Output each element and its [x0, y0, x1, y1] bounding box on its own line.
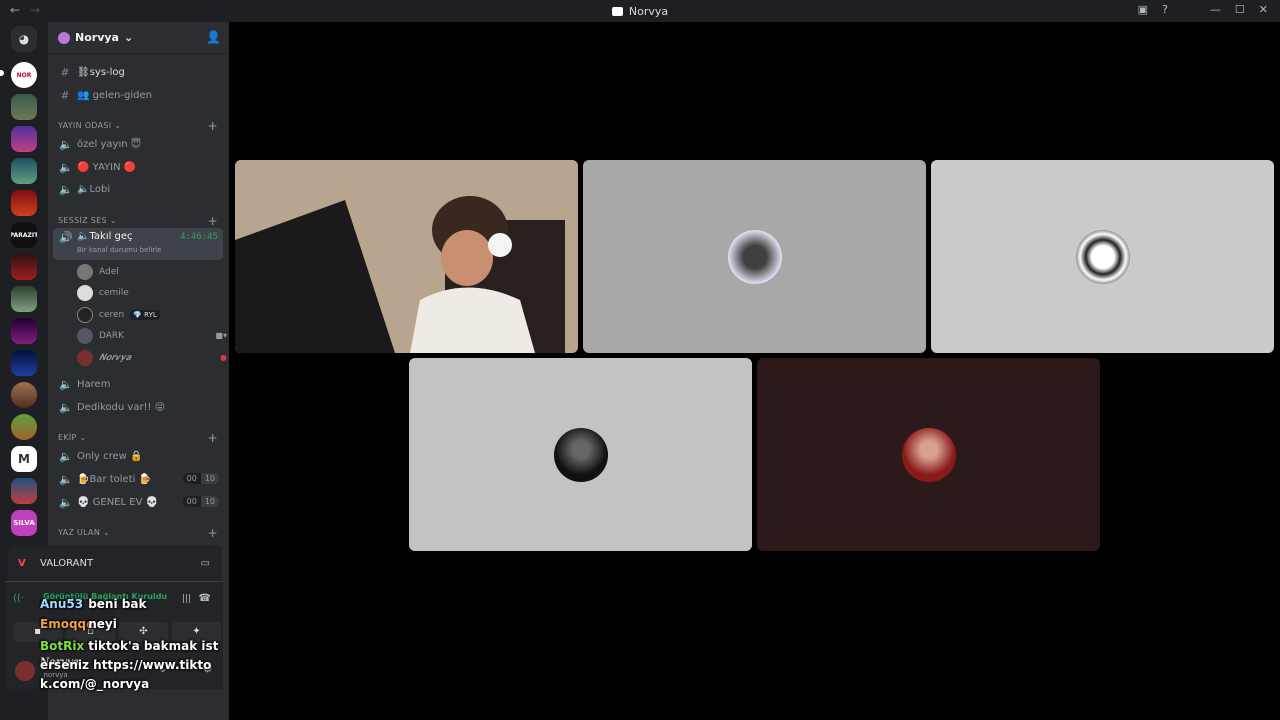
voice-user-ceren[interactable]: ceren 💎 RYL — [77, 305, 160, 324]
server-icon-10[interactable] — [11, 350, 37, 376]
stream-icon: ● — [220, 353, 227, 362]
voice-user-norvya[interactable]: 𝑵𝒐𝒓𝒗𝒚𝒂 ● — [77, 348, 227, 367]
unread-pill — [0, 70, 4, 76]
video-tile-user-5[interactable] — [757, 358, 1100, 551]
channel-dedikodu[interactable]: 🔈 Dedikodu var!! 😜 — [53, 396, 223, 418]
server-parazit-icon[interactable]: PARAZIT — [11, 222, 37, 248]
chat-message: BotRix tiktok'a bakmak isterseniz https:… — [40, 639, 219, 691]
channel-ozel-yayin[interactable]: 🔈 özel yayın 😇 — [53, 133, 223, 155]
speaker-icon: 🔈 — [59, 377, 73, 391]
channel-genel-ev[interactable]: 🔈 💀 GENEL EV 💀 00 10 — [53, 491, 223, 513]
speaker-icon: 🔈 — [59, 400, 73, 414]
channel-bar-toleti[interactable]: 🔈 🍺Bar toleti 🍺 00 10 — [53, 468, 223, 490]
server-header[interactable]: Norvya ⌄ 👤 — [48, 22, 229, 54]
category-yaz-ulan[interactable]: YAZ ULAN ⌄ + — [58, 526, 218, 540]
server-icon-9[interactable] — [11, 318, 37, 344]
speaker-icon: 🔈 — [59, 449, 73, 463]
server-icon-5[interactable] — [11, 190, 37, 216]
channel-yayin[interactable]: 🔈 🔴 YAYIN 🔴 — [53, 156, 223, 178]
inbox-icon[interactable]: ▣ — [1138, 3, 1148, 16]
activity-panel[interactable]: V VALORANT ▭ — [8, 545, 222, 581]
close-button[interactable]: ✕ — [1259, 3, 1268, 16]
add-channel-icon[interactable]: + — [208, 431, 218, 445]
category-sessiz[interactable]: SESSİZ SES ⌄ + — [58, 214, 218, 228]
video-stage — [229, 22, 1280, 720]
speaker-icon: 🔈 — [59, 472, 73, 486]
user-limit-badge: 00 10 — [182, 473, 219, 484]
voice-user-adel[interactable]: Adel — [77, 262, 119, 281]
server-icon-11[interactable] — [11, 382, 37, 408]
avatar — [901, 427, 956, 482]
speaker-icon: 🔈 — [59, 495, 73, 509]
server-icon-3[interactable] — [11, 126, 37, 152]
category-yayin[interactable]: YAYIN ODASI ⌄ + — [58, 119, 218, 133]
server-icon-7[interactable] — [11, 254, 37, 280]
chat-message: Anu53 beni bak — [40, 597, 147, 611]
avatar — [77, 327, 93, 344]
help-icon[interactable]: ? — [1162, 3, 1168, 16]
server-icon-4[interactable] — [11, 158, 37, 184]
channel-lobi[interactable]: 🔈 🔈Lobi — [53, 178, 223, 200]
video-tile-user-2[interactable] — [583, 160, 926, 353]
channel-only-crew[interactable]: 🔈 Only crew 🔒 — [53, 445, 223, 467]
add-channel-icon[interactable]: + — [208, 526, 218, 540]
speaker-icon: 🔈 — [59, 182, 73, 196]
category-ekip[interactable]: EKİP ⌄ + — [58, 431, 218, 445]
voice-user-dark[interactable]: DARK ■▾ — [77, 326, 227, 345]
avatar — [1075, 229, 1130, 284]
invite-icon[interactable]: 👤 — [206, 30, 221, 44]
user-limit-badge: 00 10 — [182, 496, 219, 507]
camera-icon: ■▾ — [215, 331, 227, 340]
window-controls: ▣ ? — ☐ ✕ — [1138, 3, 1268, 16]
hash-icon: # — [60, 88, 70, 102]
disconnect-icon[interactable]: ☎ — [199, 593, 211, 604]
speaker-icon: 🔊 — [59, 231, 73, 244]
voice-user-cemile[interactable]: cemile — [77, 283, 129, 302]
signal-icon[interactable]: ((· — [13, 593, 24, 604]
server-norvya-icon[interactable]: NOR — [11, 62, 37, 88]
chevron-down-icon: ⌄ — [123, 31, 134, 44]
avatar — [77, 306, 93, 323]
add-channel-icon[interactable]: + — [208, 214, 218, 228]
avatar — [727, 229, 782, 284]
channel-takil-gec[interactable]: 🔊 🔈Takıl geç 4:46:45 Bir kanal durumu be… — [53, 228, 223, 260]
server-icon-8[interactable] — [11, 286, 37, 312]
server-icon-12[interactable] — [11, 414, 37, 440]
server-m-icon[interactable]: M — [11, 446, 37, 472]
add-channel-icon[interactable]: + — [208, 119, 218, 133]
avatar — [77, 284, 93, 301]
server-icon — [611, 6, 623, 16]
avatar — [553, 427, 608, 482]
server-icon-2[interactable] — [11, 94, 37, 120]
server-badge-icon — [58, 31, 70, 44]
video-tile-user-4[interactable] — [409, 358, 752, 551]
discord-home-icon[interactable]: ◕ — [11, 26, 37, 52]
webcam-feed — [235, 160, 578, 353]
screen-share-icon[interactable]: ▭ — [201, 558, 210, 569]
speaker-icon: 🔈 — [59, 160, 73, 174]
hash-icon: # — [60, 65, 70, 79]
maximize-button[interactable]: ☐ — [1235, 3, 1245, 16]
valorant-icon: V — [18, 558, 26, 569]
channel-sys-log[interactable]: # ⛓sys-log — [53, 61, 223, 83]
channel-harem[interactable]: 🔈 Harem — [53, 373, 223, 395]
title-bar: ← → Norvya ▣ ? — ☐ ✕ — [0, 0, 1280, 22]
window-title: Norvya — [0, 5, 1280, 18]
noise-suppression-icon[interactable]: ||| — [182, 594, 191, 604]
minimize-button[interactable]: — — [1210, 3, 1221, 16]
server-icon-14[interactable] — [11, 478, 37, 504]
channel-gelen-giden[interactable]: # 👥 gelen-giden — [53, 84, 223, 106]
avatar[interactable] — [15, 661, 35, 681]
video-tile-webcam[interactable] — [235, 160, 578, 353]
chat-message: Emoqqe neyi — [40, 617, 117, 631]
avatar — [77, 263, 93, 280]
video-tile-user-3[interactable] — [931, 160, 1274, 353]
avatar — [77, 349, 93, 366]
speaker-icon: 🔈 — [59, 137, 73, 151]
server-silva-icon[interactable]: SILVA — [11, 510, 37, 536]
